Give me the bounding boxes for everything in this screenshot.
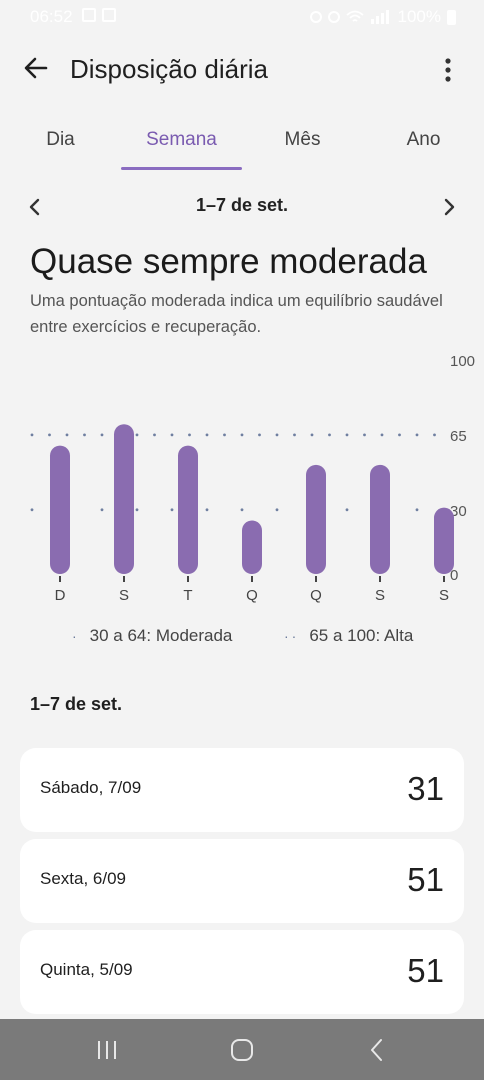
reference-dot [345,508,349,512]
reference-dot [170,433,174,437]
x-tick-label: S [375,587,385,604]
chart-bar [434,507,454,574]
daily-score-card[interactable]: Sábado, 7/09 31 [20,748,464,832]
week-range-label: 1–7 de set. [195,195,289,215]
legend-item-moderate: · 30 a 64: Moderada [72,626,232,646]
app-bar: Disposição diária [0,34,484,104]
legend-label-moderate: 30 a 64: Moderada [89,626,233,645]
y-tick-label: 100 [450,353,475,370]
reference-dot [135,508,139,512]
tab-month[interactable]: Mês [242,118,363,170]
card-day-label: Sexta, 6/09 [40,869,127,888]
status-bar: 06:52 100% [0,0,484,34]
reference-dot [415,433,419,437]
y-tick-label: 65 [450,428,467,445]
back-nav-icon[interactable] [362,1037,392,1063]
tab-year[interactable]: Ano [363,118,484,170]
back-arrow-icon[interactable] [22,54,50,82]
reference-dot [398,433,401,437]
reference-dot [30,433,34,437]
card-score: 31 [407,770,444,807]
chart-bar [370,464,390,574]
daily-score-card[interactable]: Sexta, 6/09 51 [20,839,464,923]
period-tabs: Dia Semana Mês Ano [0,118,484,170]
chart-bar [242,520,262,574]
legend-dotted-marker: · [72,628,80,644]
chart-bar [114,424,134,574]
reference-dot [275,433,279,437]
reference-dot [258,433,261,437]
status-time: 06:52 [30,7,73,26]
battery-icon [447,9,456,25]
legend-label-high: 65 a 100: Alta [309,626,414,645]
card-score: 51 [407,861,444,898]
wifi-icon [345,10,364,22]
reference-dot [135,433,139,437]
summary-description: Uma pontuação moderada indica um equilíb… [30,292,443,336]
chart-bar [50,445,70,574]
legend-dotted-marker: ·· [284,628,300,644]
reference-dot [48,433,51,437]
card-day-label: Quinta, 5/09 [40,960,133,979]
system-status: 100% [309,7,456,27]
chart-bar [178,445,198,574]
reference-dot [328,433,331,437]
daily-list-title: 1–7 de set. [30,694,123,714]
card-day-label: Sábado, 7/09 [40,778,142,797]
reference-dot [345,433,349,437]
summary-headline: Quase sempre moderada [30,242,427,281]
x-tick-label: T [183,587,192,604]
daily-score-card[interactable]: Quinta, 5/09 51 [20,930,464,1014]
active-tab-indicator [121,167,242,170]
system-navigation-bar [0,1019,484,1080]
x-tick-label: Q [310,587,322,604]
battery-percent: 100% [397,7,441,26]
alarm-icon [309,11,322,23]
more-options-icon[interactable] [436,56,460,84]
reference-dot [415,508,419,512]
reference-dot [205,433,209,437]
notification-icons [82,8,116,22]
chart-legend: · 30 a 64: Moderada ·· 65 a 100: Alta [0,626,484,654]
signal-icon [370,10,389,24]
week-navigation: 1–7 de set. [0,190,484,224]
reference-dot [433,433,436,437]
reference-dot [205,508,209,512]
chart-bar [306,464,326,574]
x-tick-label: S [119,587,129,604]
reference-dot [240,433,244,437]
x-tick-label: S [439,587,449,604]
tab-week[interactable]: Semana [121,118,242,170]
page-title: Disposição diária [70,54,268,84]
reference-dot [83,433,86,437]
reference-dot [65,433,69,437]
reference-dot [100,508,104,512]
check-notification-icon [102,8,116,22]
reference-dot [223,433,226,437]
reference-dot [170,508,174,512]
card-score: 51 [407,952,444,989]
reference-dot [310,433,314,437]
recent-apps-icon[interactable] [92,1037,122,1063]
bluetooth-icon [327,11,340,23]
reference-dot [275,508,279,512]
chevron-right-icon[interactable] [438,196,460,218]
home-icon[interactable] [227,1037,257,1063]
reference-dot [153,433,156,437]
x-tick-label: Q [246,587,258,604]
readiness-bar-chart: 03065100D S T Q Q S S [30,353,475,604]
tab-day[interactable]: Dia [0,118,121,170]
reference-dot [363,433,366,437]
reference-dot [240,508,244,512]
reference-dot [293,433,296,437]
reference-dot [188,433,191,437]
legend-item-high: ·· 65 a 100: Alta [284,626,413,646]
x-tick-label: D [55,587,66,604]
reference-dot [30,508,34,512]
reference-dot [380,433,384,437]
reference-dot [100,433,104,437]
gallery-notification-icon [82,8,96,22]
